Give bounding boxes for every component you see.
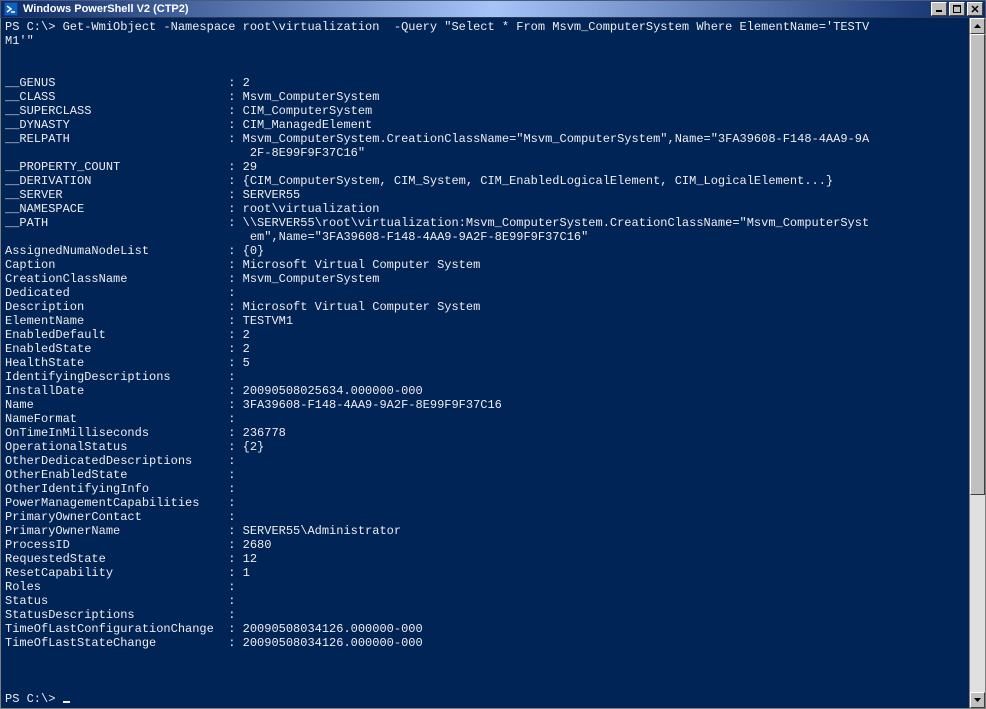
console-output[interactable]: PS C:\> Get-WmiObject -Namespace root\vi… [1,18,969,708]
maximize-button[interactable] [949,2,965,16]
close-button[interactable] [967,2,983,16]
scroll-up-button[interactable] [970,18,985,34]
vertical-scrollbar[interactable] [969,18,985,708]
scroll-thumb[interactable] [970,34,985,495]
scroll-down-button[interactable] [970,692,985,708]
window-title: Windows PowerShell V2 (CTP2) [23,3,931,15]
scroll-track[interactable] [970,34,985,692]
minimize-button[interactable] [931,2,947,16]
console-area: PS C:\> Get-WmiObject -Namespace root\vi… [0,18,986,709]
window-controls [931,2,983,16]
powershell-icon [3,1,19,17]
titlebar[interactable]: Windows PowerShell V2 (CTP2) [0,0,986,18]
cursor [63,701,70,703]
